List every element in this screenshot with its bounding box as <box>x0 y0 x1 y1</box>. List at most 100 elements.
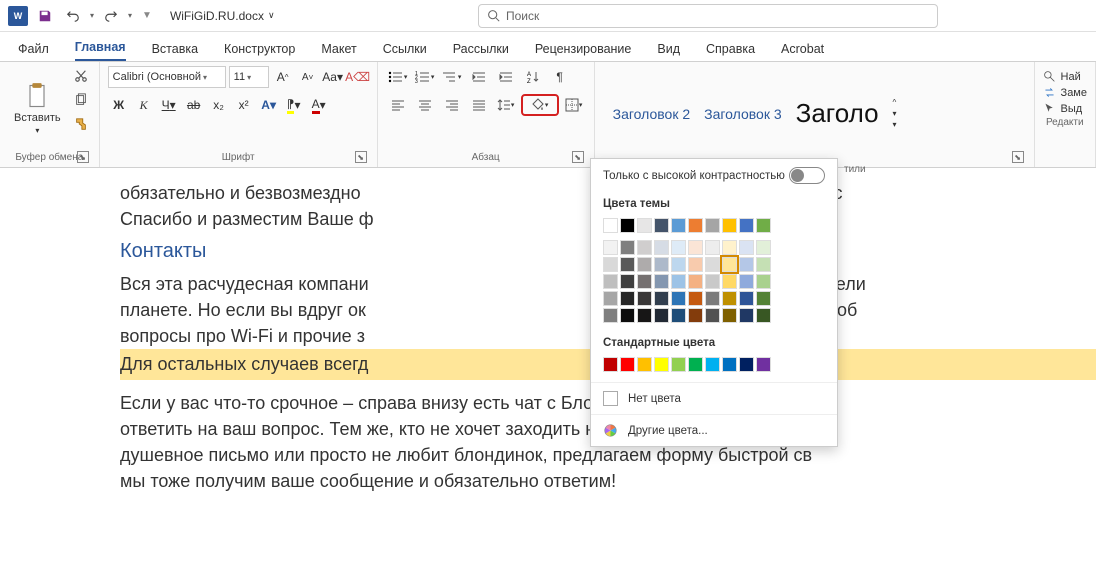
text-effects-button[interactable]: A▾ <box>258 94 280 116</box>
color-swatch[interactable] <box>739 357 754 372</box>
color-swatch[interactable] <box>739 257 754 272</box>
color-swatch[interactable] <box>620 218 635 233</box>
color-swatch[interactable] <box>756 291 771 306</box>
underline-button[interactable]: Ч▾ <box>158 94 180 116</box>
color-swatch[interactable] <box>705 240 720 255</box>
color-swatch[interactable] <box>722 240 737 255</box>
file-name[interactable]: WiFiGiD.RU.docx ∨ <box>170 9 275 23</box>
color-swatch[interactable] <box>739 274 754 289</box>
color-swatch[interactable] <box>637 257 652 272</box>
font-name-select[interactable]: Calibri (Основной▾ <box>108 66 226 88</box>
copy-button[interactable] <box>71 90 91 110</box>
color-swatch[interactable] <box>671 274 686 289</box>
font-launcher[interactable]: ⬊ <box>355 151 367 163</box>
color-swatch[interactable] <box>739 218 754 233</box>
tab-references[interactable]: Ссылки <box>383 37 427 61</box>
high-contrast-toggle[interactable] <box>789 167 825 184</box>
borders-button[interactable]: ▾ <box>562 94 586 116</box>
color-swatch[interactable] <box>705 218 720 233</box>
color-swatch[interactable] <box>671 308 686 323</box>
italic-button[interactable]: К <box>133 94 155 116</box>
grow-font-button[interactable]: A^ <box>272 66 294 88</box>
color-swatch[interactable] <box>722 274 737 289</box>
color-swatch[interactable] <box>688 218 703 233</box>
color-swatch[interactable] <box>654 308 669 323</box>
line-spacing-button[interactable]: ▾ <box>494 94 518 116</box>
justify-button[interactable] <box>467 94 491 116</box>
color-swatch[interactable] <box>603 308 618 323</box>
decrease-indent-button[interactable] <box>467 66 491 88</box>
color-swatch[interactable] <box>637 291 652 306</box>
color-swatch[interactable] <box>654 291 669 306</box>
color-swatch[interactable] <box>620 240 635 255</box>
cut-button[interactable] <box>71 66 91 86</box>
color-swatch[interactable] <box>671 218 686 233</box>
style-heading2[interactable]: Заголовок 2 <box>613 106 691 122</box>
color-swatch[interactable] <box>603 240 618 255</box>
color-swatch[interactable] <box>603 291 618 306</box>
color-swatch[interactable] <box>637 357 652 372</box>
change-case-button[interactable]: Aa▾ <box>322 66 344 88</box>
color-swatch[interactable] <box>705 257 720 272</box>
clipboard-launcher[interactable]: ⬊ <box>77 151 89 163</box>
align-left-button[interactable] <box>386 94 410 116</box>
color-swatch[interactable] <box>603 257 618 272</box>
color-swatch[interactable] <box>671 357 686 372</box>
tab-review[interactable]: Рецензирование <box>535 37 632 61</box>
clear-format-button[interactable]: A⌫ <box>347 66 369 88</box>
color-swatch[interactable] <box>654 257 669 272</box>
color-swatch[interactable] <box>722 218 737 233</box>
color-swatch[interactable] <box>603 274 618 289</box>
show-marks-button[interactable]: ¶ <box>548 66 572 88</box>
color-swatch[interactable] <box>671 257 686 272</box>
color-swatch[interactable] <box>739 240 754 255</box>
color-swatch[interactable] <box>671 240 686 255</box>
color-swatch[interactable] <box>722 308 737 323</box>
bullets-button[interactable]: ▾ <box>386 66 410 88</box>
sort-button[interactable]: AZ <box>521 66 545 88</box>
shrink-font-button[interactable]: A˅ <box>297 66 319 88</box>
superscript-button[interactable]: x² <box>233 94 255 116</box>
color-swatch[interactable] <box>756 257 771 272</box>
align-right-button[interactable] <box>440 94 464 116</box>
redo-button[interactable] <box>100 5 122 27</box>
style-heading3[interactable]: Заголовок 3 <box>704 106 782 122</box>
style-heading-big[interactable]: Заголо <box>796 98 879 129</box>
color-swatch[interactable] <box>688 308 703 323</box>
shading-button[interactable]: ▾ <box>521 94 559 116</box>
tab-help[interactable]: Справка <box>706 37 755 61</box>
color-swatch[interactable] <box>620 274 635 289</box>
color-swatch[interactable] <box>722 357 737 372</box>
tab-design[interactable]: Конструктор <box>224 37 295 61</box>
paste-button[interactable]: Вставить ▾ <box>8 66 67 150</box>
format-painter-button[interactable] <box>71 114 91 134</box>
numbering-button[interactable]: 123▾ <box>413 66 437 88</box>
color-swatch[interactable] <box>637 240 652 255</box>
color-swatch[interactable] <box>637 218 652 233</box>
subscript-button[interactable]: x₂ <box>208 94 230 116</box>
tab-mailings[interactable]: Рассылки <box>453 37 509 61</box>
color-swatch[interactable] <box>705 291 720 306</box>
color-swatch[interactable] <box>688 274 703 289</box>
save-button[interactable] <box>34 5 56 27</box>
color-swatch[interactable] <box>637 274 652 289</box>
color-swatch[interactable] <box>688 240 703 255</box>
tab-acrobat[interactable]: Acrobat <box>781 37 824 61</box>
color-swatch[interactable] <box>756 218 771 233</box>
color-swatch[interactable] <box>620 308 635 323</box>
color-swatch[interactable] <box>756 308 771 323</box>
styles-launcher[interactable]: ⬊ <box>1012 151 1024 163</box>
tab-view[interactable]: Вид <box>657 37 680 61</box>
font-color-button[interactable]: A▾ <box>308 94 330 116</box>
color-swatch[interactable] <box>722 257 737 272</box>
tab-layout[interactable]: Макет <box>321 37 356 61</box>
multilevel-list-button[interactable]: ▾ <box>440 66 464 88</box>
color-swatch[interactable] <box>722 291 737 306</box>
color-swatch[interactable] <box>688 257 703 272</box>
color-swatch[interactable] <box>603 357 618 372</box>
no-color-item[interactable]: Нет цвета <box>591 382 837 414</box>
color-swatch[interactable] <box>654 218 669 233</box>
paragraph-launcher[interactable]: ⬊ <box>572 151 584 163</box>
bold-button[interactable]: Ж <box>108 94 130 116</box>
color-swatch[interactable] <box>620 357 635 372</box>
